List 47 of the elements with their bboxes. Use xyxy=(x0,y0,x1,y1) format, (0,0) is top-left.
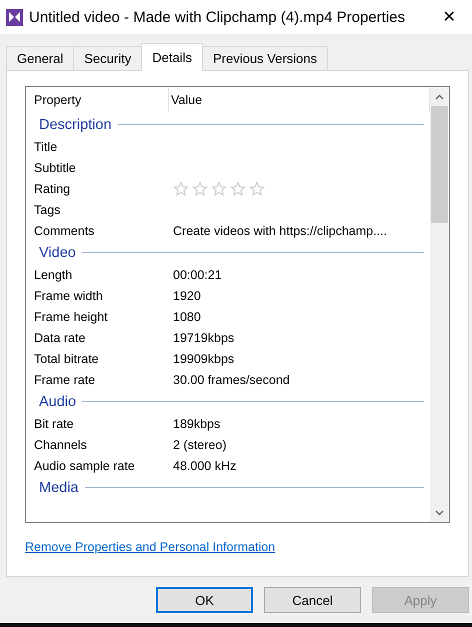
property-name: Frame rate xyxy=(33,372,96,386)
property-name: Total bitrate xyxy=(33,352,100,366)
remove-properties-link[interactable]: Remove Properties and Personal Information xyxy=(25,540,276,554)
column-header[interactable]: Property xyxy=(32,88,169,112)
property-value: 30.00 frames/second xyxy=(173,372,290,386)
window-title: Untitled video - Made with Clipchamp (4).mp4 Properties xyxy=(29,8,406,26)
scroll-thumb[interactable] xyxy=(431,106,448,223)
star-icon[interactable] xyxy=(249,180,265,196)
tab[interactable]: General xyxy=(6,46,74,70)
property-name: Subtitle xyxy=(33,160,77,174)
star-icon[interactable] xyxy=(173,180,189,196)
section-heading: Audio xyxy=(39,394,76,410)
scrollbar[interactable] xyxy=(430,87,449,522)
video-file-icon xyxy=(6,8,23,26)
property-name: Tags xyxy=(33,202,62,216)
property-value: 2 (stereo) xyxy=(173,438,226,452)
chevron-up-icon xyxy=(435,94,444,100)
property-value: 48.000 kHz xyxy=(173,458,236,472)
dialog-button[interactable]: OK xyxy=(156,587,253,613)
star-icon[interactable] xyxy=(230,180,246,196)
property-name: Rating xyxy=(33,182,72,196)
tab[interactable]: Details xyxy=(141,43,203,71)
property-name: Frame height xyxy=(33,310,109,324)
property-name: Data rate xyxy=(33,330,86,344)
property-value: 19719kbps xyxy=(173,330,234,344)
property-name: Length xyxy=(33,268,74,282)
tab[interactable]: Previous Versions xyxy=(202,46,328,70)
star-icon[interactable] xyxy=(192,180,208,196)
property-value: 19909kbps xyxy=(173,352,234,366)
close-button[interactable]: ✕ xyxy=(426,0,472,34)
property-name: Frame width xyxy=(33,288,104,302)
property-name: Comments xyxy=(33,224,96,238)
chevron-down-icon xyxy=(435,510,444,516)
property-name: Audio sample rate xyxy=(33,458,136,472)
property-name: Bit rate xyxy=(33,416,75,430)
dialog-button[interactable]: Cancel xyxy=(264,587,361,613)
property-name: Channels xyxy=(33,438,88,452)
section-heading: Description xyxy=(39,116,112,132)
property-name: Title xyxy=(33,140,58,154)
property-value: 00:00:21 xyxy=(173,268,222,282)
property-value: 189kbps xyxy=(173,416,220,430)
section-heading: Media xyxy=(39,480,78,496)
star-icon[interactable] xyxy=(211,180,227,196)
section-heading: Video xyxy=(39,244,76,260)
property-value: 1920 xyxy=(173,288,201,302)
property-value: 1080 xyxy=(173,310,201,324)
property-value: Create videos with https://clipchamp.... xyxy=(173,224,387,238)
